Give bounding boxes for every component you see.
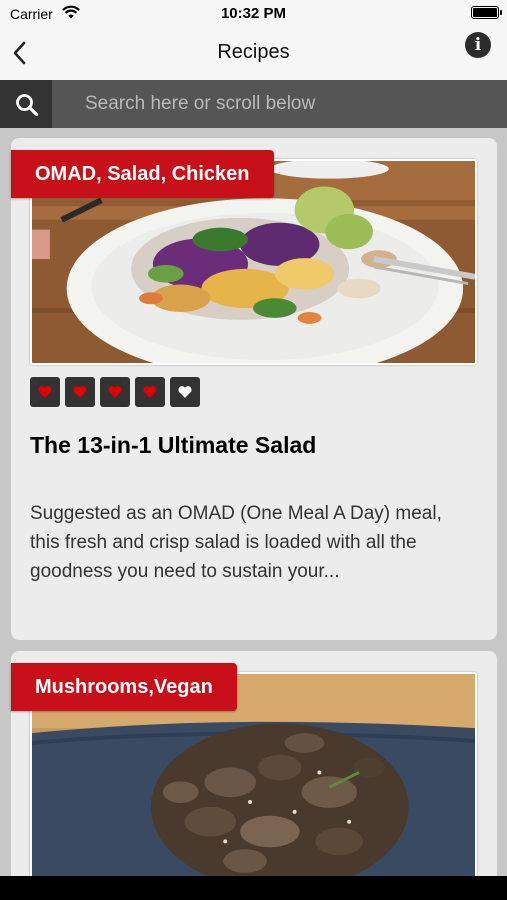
heart-filled-icon: [38, 386, 52, 398]
page-title: Recipes: [217, 41, 290, 63]
status-bar: Carrier 10:32 PM: [0, 0, 507, 28]
clock: 10:32 PM: [220, 5, 287, 22]
recipe-tags: OMAD, Salad, Chicken: [11, 150, 274, 198]
recipe-list[interactable]: OMAD, Salad, Chicken The 13-in-1 Ultimat…: [0, 128, 507, 876]
heart-filled-icon: [143, 386, 157, 398]
rating-heart-4: [135, 377, 165, 407]
rating-heart-3: [100, 377, 130, 407]
rating-heart-2: [65, 377, 95, 407]
navigation-bar: Recipes i: [0, 28, 507, 80]
heart-empty-icon: [178, 386, 192, 398]
search-icon[interactable]: [14, 92, 40, 118]
search-bar: [0, 80, 507, 128]
search-input[interactable]: [52, 80, 507, 128]
heart-filled-icon: [73, 386, 87, 398]
battery-icon: [471, 6, 502, 19]
recipe-tags: Mushrooms,Vegan: [11, 663, 237, 711]
rating: [30, 377, 200, 407]
recipe-card[interactable]: Mushrooms,Vegan: [11, 651, 497, 876]
recipe-description: Suggested as an OMAD (One Meal A Day) me…: [30, 503, 442, 582]
info-icon[interactable]: i: [465, 32, 491, 58]
rating-heart-1: [30, 377, 60, 407]
recipe-card[interactable]: OMAD, Salad, Chicken The 13-in-1 Ultimat…: [11, 138, 497, 640]
bottom-bar: [0, 876, 507, 900]
heart-filled-icon: [108, 386, 122, 398]
recipe-title: The 13-in-1 Ultimate Salad: [30, 432, 317, 458]
rating-heart-5: [170, 377, 200, 407]
